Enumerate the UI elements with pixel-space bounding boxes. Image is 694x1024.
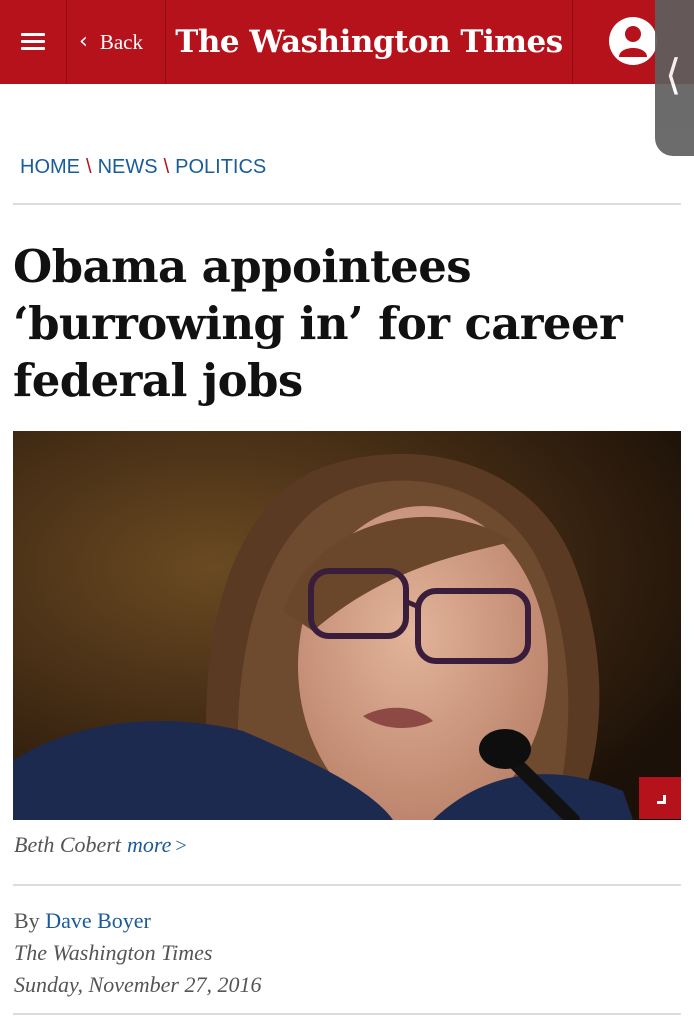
breadcrumb-separator: \ xyxy=(86,156,92,178)
chevron-right-icon: > xyxy=(175,835,187,857)
hamburger-icon xyxy=(21,33,45,51)
side-drawer-tab[interactable]: ⟨ xyxy=(655,0,694,156)
article-photo[interactable] xyxy=(13,431,681,820)
breadcrumb-separator: \ xyxy=(163,156,170,178)
publication-name: The Washington Times xyxy=(14,940,213,965)
site-logo[interactable]: The Washington Times xyxy=(166,0,572,84)
caption-text: Beth Cobert xyxy=(14,832,121,857)
menu-button[interactable] xyxy=(0,0,66,84)
byline: By Dave Boyer The Washington Times Sunda… xyxy=(14,905,261,1001)
author-link[interactable]: Dave Boyer xyxy=(45,908,151,933)
top-navigation-bar: ‹ Back The Washington Times xyxy=(0,0,694,84)
chevron-left-icon: ⟨ xyxy=(665,50,682,99)
caption-more-link[interactable]: more > xyxy=(127,832,187,857)
breadcrumb-politics[interactable]: POLITICS xyxy=(175,156,266,178)
photo-caption: Beth Cobert more > xyxy=(14,832,187,858)
divider xyxy=(13,1013,681,1015)
chevron-left-icon: ‹ xyxy=(79,29,88,54)
divider xyxy=(13,203,681,205)
back-label: Back xyxy=(99,29,143,54)
expand-arrow-icon xyxy=(653,791,666,804)
divider xyxy=(13,884,681,886)
breadcrumb-home[interactable]: HOME xyxy=(20,156,80,178)
by-label: By xyxy=(14,908,40,933)
breadcrumb: HOME \ NEWS \ POLITICS xyxy=(20,156,266,179)
author-line: By Dave Boyer xyxy=(14,905,261,937)
back-button[interactable]: ‹ Back xyxy=(67,0,165,84)
publish-date: Sunday, November 27, 2016 xyxy=(14,972,262,997)
breadcrumb-news[interactable]: NEWS xyxy=(98,156,158,178)
expand-photo-button[interactable] xyxy=(639,777,681,819)
article-headline: Obama appointees ‘burrowing in’ for care… xyxy=(13,240,623,407)
user-icon[interactable] xyxy=(609,17,657,65)
